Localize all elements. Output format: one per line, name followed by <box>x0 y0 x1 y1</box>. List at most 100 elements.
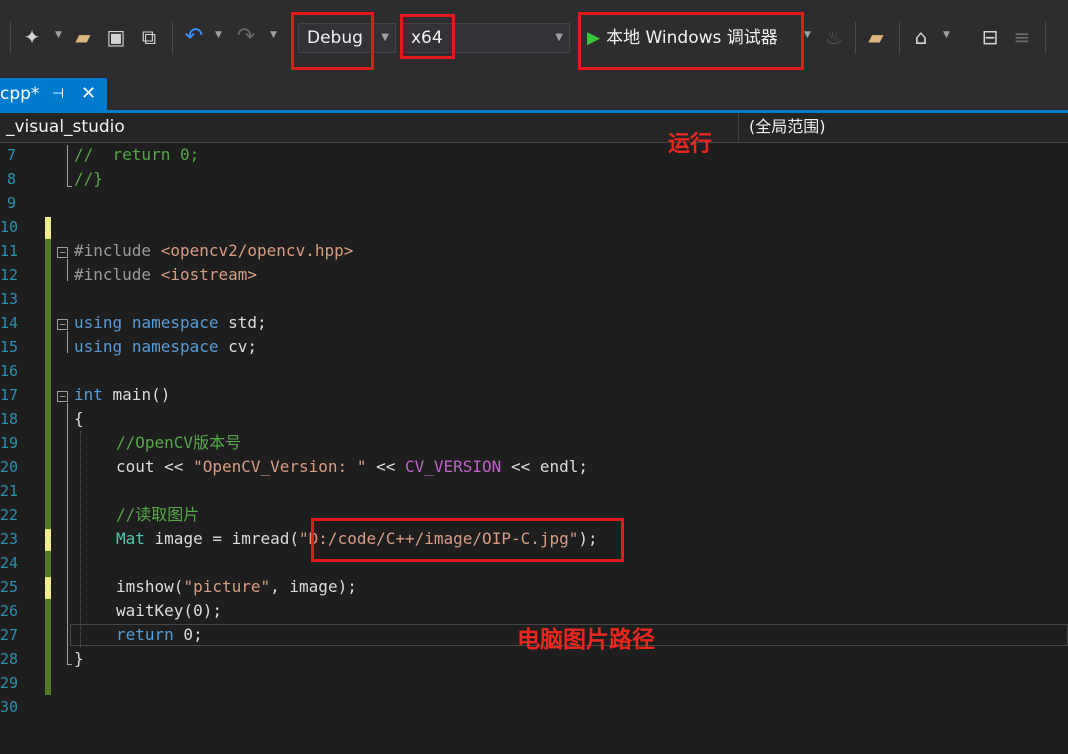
code-line: imshow("picture", image); <box>116 575 357 599</box>
brace: { <box>74 409 84 428</box>
line-number: 26 <box>0 602 19 620</box>
include-header: <opencv2/opencv.hpp> <box>160 241 354 260</box>
string-literal: "picture" <box>183 577 271 596</box>
code-text: << <box>366 457 405 476</box>
line-number: 16 <box>0 362 19 380</box>
image-path-highlight-box <box>311 518 624 562</box>
code-line: //读取图片 <box>116 503 199 527</box>
identifier: cv; <box>228 337 258 356</box>
collapse-toggle[interactable]: − <box>57 391 68 402</box>
code-text: << endl; <box>501 457 589 476</box>
save-icon[interactable]: ▣ <box>104 24 128 50</box>
open-folder-icon[interactable]: ▰ <box>71 24 95 50</box>
line-number: 30 <box>0 698 19 716</box>
include-header: <iostream> <box>160 265 258 284</box>
line-number: 12 <box>0 266 19 284</box>
line-number: 27 <box>0 626 19 644</box>
code-line: #include <iostream> <box>74 263 257 287</box>
new-item-icon[interactable]: ✦ <box>20 24 44 50</box>
chevron-down-icon[interactable]: ▼ <box>55 30 62 40</box>
identifier: main() <box>102 385 171 404</box>
type-name: Mat <box>116 529 145 548</box>
indent-guide <box>80 431 81 647</box>
chevron-down-icon: ▼ <box>555 32 563 43</box>
code-line: cout << "OpenCV_Version: " << CV_VERSION… <box>116 455 588 479</box>
code-text: imshow( <box>116 577 184 596</box>
change-margin-unsaved <box>45 217 51 239</box>
line-number: 7 <box>6 146 16 164</box>
change-margin-unsaved <box>45 529 51 551</box>
undo-icon[interactable]: ↶ <box>182 24 206 50</box>
code-line: using namespace cv; <box>74 335 257 359</box>
tab-label: cpp* <box>0 84 40 104</box>
toolbar-separator <box>10 22 11 54</box>
chevron-down-icon: ▼ <box>270 30 277 40</box>
line-number: 23 <box>0 530 19 548</box>
comment: //读取图片 <box>116 505 200 524</box>
align-icon: ≡ <box>1013 25 1031 49</box>
line-number: 13 <box>0 290 19 308</box>
chevron-down-icon[interactable]: ▼ <box>215 30 222 40</box>
code-text: waitKey(0); <box>116 601 222 620</box>
keyword: using <box>74 337 123 356</box>
save-all-icon[interactable]: ⧉ <box>137 24 161 50</box>
collapse-toggle[interactable]: − <box>57 319 68 330</box>
toolbar-separator <box>1045 22 1046 54</box>
run-highlight-box <box>578 12 804 70</box>
string-literal: "OpenCV_Version: " <box>193 457 367 476</box>
main-toolbar: ✦ ▼ ▰ ▣ ⧉ ↶ ▼ ↷ ▼ Debug ▼ x64 ▼ ▶ 本地 Wind… <box>0 0 1068 78</box>
code-text: cout << <box>116 457 194 476</box>
hot-reload-icon: ♨ <box>825 25 843 49</box>
line-number: 14 <box>0 314 19 332</box>
change-margin-saved <box>45 219 51 695</box>
image-path-annotation: 电脑图片路径 <box>517 627 655 653</box>
macro: CV_VERSION <box>404 457 502 476</box>
chevron-down-icon: ▼ <box>381 32 389 43</box>
project-dropdown[interactable]: _visual_studio <box>6 113 125 141</box>
keyword: return <box>116 625 174 644</box>
close-icon[interactable]: ✕ <box>81 78 96 110</box>
code-line: //} <box>74 167 103 191</box>
tab-cpp-file[interactable]: cpp* ⊣ ✕ <box>0 78 107 110</box>
chevron-down-icon[interactable]: ▼ <box>943 30 950 40</box>
code-line: waitKey(0); <box>116 599 222 623</box>
line-number: 28 <box>0 650 19 668</box>
keyword: using <box>74 313 123 332</box>
redo-icon: ↷ <box>236 24 256 49</box>
line-number: 9 <box>6 194 16 212</box>
code-line: // return 0; <box>74 143 199 167</box>
pin-icon[interactable]: ⊣ <box>52 78 64 110</box>
scope-dropdown[interactable]: (全局范围) <box>738 113 1068 142</box>
toolbar-separator <box>855 22 856 54</box>
folder-icon[interactable]: ▰ <box>864 24 888 50</box>
code-text: , image); <box>270 577 357 596</box>
comment: //} <box>74 169 103 188</box>
scope-label: (全局范围) <box>749 117 826 136</box>
line-number: 21 <box>0 482 19 500</box>
identifier: std; <box>228 313 267 332</box>
line-number: 29 <box>0 674 19 692</box>
brace: } <box>74 649 84 668</box>
line-number: 17 <box>0 386 19 404</box>
collapse-toggle[interactable]: − <box>57 247 68 258</box>
comment: //OpenCV版本号 <box>116 433 242 452</box>
chevron-down-icon[interactable]: ▼ <box>804 30 811 40</box>
line-number: 24 <box>0 554 19 572</box>
outline-line <box>67 331 68 353</box>
comment: // return 0; <box>74 145 200 164</box>
code-line: #include <opencv2/opencv.hpp> <box>74 239 353 263</box>
code-text: image = imread( <box>144 529 300 548</box>
code-editor[interactable]: 7 8 9 10 11 12 13 14 15 16 17 18 19 20 2… <box>0 143 1068 754</box>
run-annotation: 运行 <box>668 132 713 157</box>
line-number: 10 <box>0 218 19 236</box>
keyword: namespace <box>131 337 219 356</box>
outline-line <box>67 259 68 281</box>
code-line: return 0; <box>116 623 203 647</box>
navigation-bar: _visual_studio (全局范围) <box>0 113 1068 143</box>
change-margin-unsaved <box>45 577 51 599</box>
bookmark-icon[interactable]: ⊟ <box>978 24 1002 50</box>
toolbar-separator <box>172 22 173 54</box>
line-number: 22 <box>0 506 19 524</box>
code-text: 0; <box>173 625 203 644</box>
home-icon[interactable]: ⌂ <box>909 24 933 50</box>
